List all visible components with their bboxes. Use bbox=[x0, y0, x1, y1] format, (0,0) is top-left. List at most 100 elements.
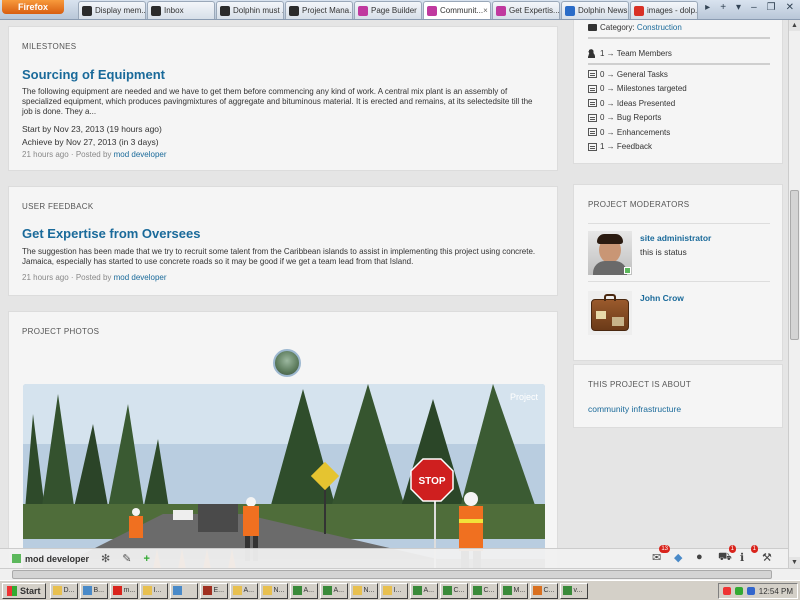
browser-tab[interactable]: Project Mana... bbox=[285, 1, 353, 19]
taskbar-button[interactable]: A... bbox=[409, 582, 438, 599]
tab-label: Project Mana... bbox=[302, 6, 353, 15]
tray-icon[interactable] bbox=[722, 587, 731, 595]
tab-list-icon[interactable]: ▾ bbox=[736, 2, 741, 13]
scrollbar-thumb[interactable] bbox=[790, 190, 799, 340]
taskbar-button[interactable]: E... bbox=[199, 582, 228, 599]
horizontal-scrollbar-thumb[interactable] bbox=[12, 570, 772, 579]
browser-tab[interactable]: Dolphin must ... bbox=[216, 1, 284, 19]
tray-icon[interactable] bbox=[746, 587, 755, 595]
browser-tab[interactable]: Get Expertis... bbox=[492, 1, 560, 19]
favicon-icon bbox=[565, 5, 575, 16]
online-indicator bbox=[624, 267, 631, 274]
taskbar-button[interactable]: C... bbox=[529, 582, 558, 599]
taskbar-button[interactable]: B... bbox=[79, 582, 108, 599]
app-icon bbox=[142, 586, 152, 595]
app-icon bbox=[172, 586, 182, 595]
feedback-meta: 21 hours ago · Posted by mod developer bbox=[22, 273, 167, 282]
tab-label: Get Expertis... bbox=[509, 6, 560, 15]
scroll-down-icon[interactable]: ▼ bbox=[789, 557, 800, 568]
milestone-body: The following equipment are needed and w… bbox=[22, 87, 533, 116]
list-icon bbox=[588, 128, 597, 137]
photo-thumbnail[interactable] bbox=[273, 349, 301, 377]
taskbar-button[interactable]: N... bbox=[349, 582, 378, 599]
system-tray: 12:54 PM bbox=[717, 583, 798, 599]
stat-row: 0 → Enhancements bbox=[588, 125, 687, 140]
app-icon bbox=[442, 586, 452, 595]
toolbar-username[interactable]: mod developer bbox=[25, 554, 89, 564]
milestones-card: MILESTONES Sourcing of Equipment The fol… bbox=[8, 26, 558, 171]
restore-icon[interactable]: ❐ bbox=[767, 2, 776, 13]
wrench-icon[interactable]: ⚒ bbox=[762, 551, 774, 565]
browser-tab[interactable]: Dolphin News... bbox=[561, 1, 629, 19]
taskbar-button[interactable]: D... bbox=[49, 582, 78, 599]
taskbar-button[interactable]: I... bbox=[139, 582, 168, 599]
project-photo[interactable]: STOP Project bbox=[23, 384, 545, 568]
browser-tab[interactable]: images - dolp... bbox=[630, 1, 698, 19]
photo-overlay-label: Project bbox=[509, 392, 538, 402]
tab-label: Dolphin News... bbox=[578, 6, 629, 15]
author-link[interactable]: mod developer bbox=[114, 273, 167, 282]
vertical-scrollbar[interactable]: ▲ ▼ bbox=[788, 20, 800, 568]
moderator-avatar[interactable] bbox=[588, 231, 632, 275]
road-construction-photo: STOP bbox=[23, 384, 545, 568]
friends-icon[interactable]: ● bbox=[696, 551, 708, 565]
taskbar-button[interactable]: v... bbox=[559, 582, 588, 599]
category-link[interactable]: Construction bbox=[637, 23, 682, 32]
about-heading: THIS PROJECT IS ABOUT bbox=[588, 380, 692, 389]
app-icon bbox=[262, 586, 272, 595]
about-tag-link[interactable]: community infrastructure bbox=[588, 404, 681, 414]
taskbar-button[interactable]: A... bbox=[289, 582, 318, 599]
taskbar-button[interactable]: A... bbox=[319, 582, 348, 599]
twitter-icon[interactable]: ◆ bbox=[674, 551, 686, 565]
tab-label: Communit... bbox=[440, 6, 484, 15]
milestone-title[interactable]: Sourcing of Equipment bbox=[22, 67, 165, 82]
minimize-icon[interactable]: – bbox=[751, 2, 757, 13]
browser-tab[interactable]: Communit... × bbox=[423, 1, 491, 19]
photos-heading: PROJECT PHOTOS bbox=[22, 327, 100, 336]
browser-tab[interactable]: Page Builder bbox=[354, 1, 422, 19]
edit-icon[interactable]: ✎ bbox=[122, 552, 131, 565]
browser-tab-bar: Firefox Display mem... Inbox Dolphin must … bbox=[0, 0, 800, 20]
svg-text:STOP: STOP bbox=[418, 476, 445, 487]
app-icon bbox=[562, 586, 572, 595]
moderator-name[interactable]: site administrator bbox=[640, 233, 711, 243]
taskbar-button[interactable]: N... bbox=[259, 582, 288, 599]
add-icon[interactable]: + bbox=[143, 553, 149, 565]
taskbar-button[interactable]: M... bbox=[499, 582, 528, 599]
taskbar-button[interactable] bbox=[169, 582, 198, 599]
favicon-icon bbox=[634, 5, 644, 16]
divider bbox=[588, 37, 770, 39]
taskbar-label: N... bbox=[273, 587, 285, 594]
photos-card: PROJECT PHOTOS STOP Project bbox=[8, 311, 558, 568]
browser-tab[interactable]: Display mem... bbox=[78, 1, 146, 19]
scroll-up-icon[interactable]: ▲ bbox=[789, 20, 800, 31]
taskbar-button[interactable]: I... bbox=[379, 582, 408, 599]
close-window-icon[interactable]: ✕ bbox=[786, 2, 794, 13]
moderators-heading: PROJECT MODERATORS bbox=[588, 200, 690, 209]
taskbar-button[interactable]: A... bbox=[229, 582, 258, 599]
firefox-menu-button[interactable]: Firefox bbox=[2, 0, 64, 14]
start-button[interactable]: Start bbox=[2, 582, 46, 599]
app-icon bbox=[82, 586, 92, 595]
feedback-title[interactable]: Get Expertise from Oversees bbox=[22, 226, 200, 241]
info-icon[interactable]: ℹ1 bbox=[740, 545, 758, 565]
settings-gear-icon[interactable]: ✻ bbox=[101, 552, 110, 565]
taskbar-label: D... bbox=[63, 587, 75, 594]
browser-tab[interactable]: Inbox bbox=[147, 1, 215, 19]
stat-text: 0 → Enhancements bbox=[600, 127, 671, 137]
tab-label: Inbox bbox=[164, 6, 184, 15]
cart-icon[interactable]: ⛟ 1 bbox=[718, 545, 736, 565]
new-tab-icon[interactable]: + bbox=[720, 2, 726, 13]
horizontal-scrollbar[interactable] bbox=[0, 568, 800, 580]
taskbar-button[interactable]: m... bbox=[109, 582, 138, 599]
taskbar-button[interactable]: C... bbox=[469, 582, 498, 599]
taskbar-label: E... bbox=[213, 587, 225, 594]
tray-icon[interactable] bbox=[734, 587, 743, 595]
taskbar-button[interactable]: C... bbox=[439, 582, 468, 599]
tab-scroll-icon[interactable]: ▸ bbox=[705, 2, 710, 13]
mail-icon[interactable]: ✉ 13 bbox=[652, 545, 670, 565]
moderator-name[interactable]: John Crow bbox=[640, 293, 684, 303]
moderator-avatar[interactable] bbox=[588, 291, 632, 335]
author-link[interactable]: mod developer bbox=[114, 150, 167, 159]
close-tab-icon[interactable]: × bbox=[483, 6, 488, 15]
